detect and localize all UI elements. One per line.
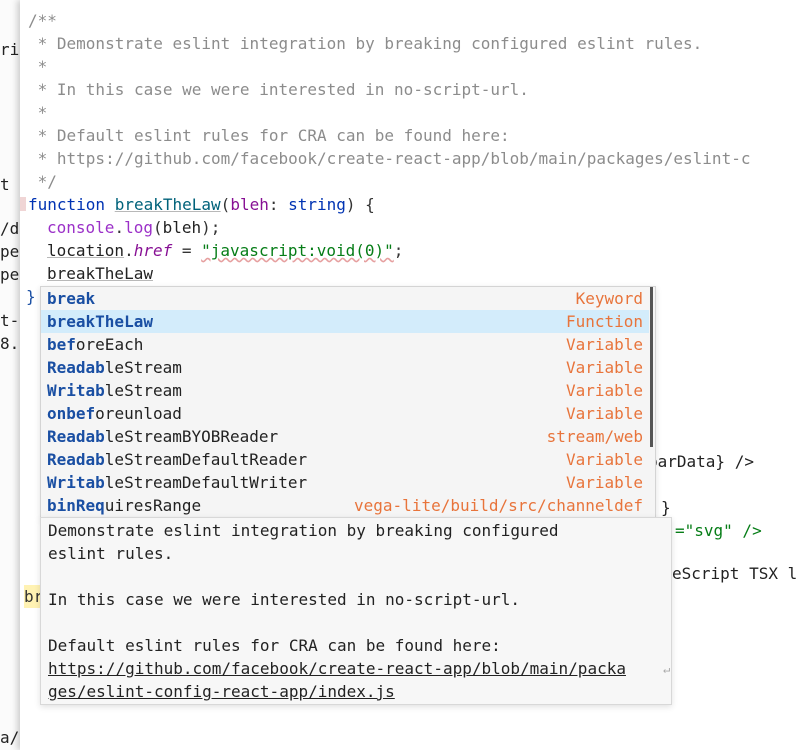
completion-item[interactable]: ReadableStream Variable bbox=[41, 356, 649, 379]
parameter: bleh bbox=[230, 195, 269, 214]
completion-item[interactable]: WritableStream Variable bbox=[41, 379, 649, 402]
identifier: location bbox=[47, 241, 125, 260]
completion-item-selected[interactable]: breakTheLaw Function bbox=[41, 310, 649, 333]
function-name: breakTheLaw bbox=[114, 195, 221, 214]
code-fragment: ="svg" /> bbox=[675, 521, 762, 540]
code-line: /** bbox=[28, 11, 57, 30]
code-fragment: eScript TSX l bbox=[672, 564, 798, 583]
completion-type: Variable bbox=[565, 358, 643, 377]
code-line: * In this case we were interested in no-… bbox=[28, 80, 529, 99]
code-line: * Demonstrate eslint integration by brea… bbox=[28, 34, 703, 53]
code-line: * bbox=[28, 103, 48, 122]
code-line-location: location.href = "javascript:void(0)"; bbox=[47, 241, 404, 260]
popup-scrollbar[interactable] bbox=[650, 287, 653, 447]
code-line-console: console.log(bleh); bbox=[47, 218, 221, 237]
completion-type: Variable bbox=[565, 450, 643, 469]
completion-item[interactable]: ReadableStreamDefaultReader Variable bbox=[41, 448, 649, 471]
background-text: t- bbox=[0, 311, 20, 330]
doc-text: eslint rules. bbox=[48, 544, 174, 563]
completion-type: vega-lite/build/src/channeldef bbox=[354, 496, 643, 515]
wrap-icon: ↵ bbox=[663, 662, 671, 676]
background-text: a/ bbox=[0, 728, 20, 747]
code-fragment: } bbox=[661, 498, 671, 517]
type: string bbox=[288, 195, 346, 214]
background-text: /d bbox=[0, 219, 20, 238]
completion-item[interactable]: beforeEach Variable bbox=[41, 333, 649, 356]
completion-type: Variable bbox=[565, 335, 643, 354]
code-line-typing[interactable]: breakTheLaw bbox=[47, 262, 153, 285]
code-line: */ bbox=[28, 172, 57, 191]
code-line: * https://github.com/facebook/create-rea… bbox=[28, 149, 751, 168]
doc-link[interactable]: ges/eslint-config-react-app/index.js bbox=[48, 680, 395, 703]
background-text: pe bbox=[0, 242, 20, 261]
background-text: t bbox=[0, 175, 10, 194]
keyword: function bbox=[28, 195, 106, 214]
completion-popup[interactable]: break Keyword breakTheLaw Function beforeE… bbox=[40, 286, 656, 519]
identifier: console bbox=[47, 218, 115, 237]
completion-item[interactable]: onbeforeunload Variable bbox=[41, 402, 649, 425]
argument: bleh bbox=[162, 218, 202, 237]
completion-type: Function bbox=[565, 312, 643, 331]
documentation-popup: Demonstrate eslint integration by breaki… bbox=[40, 517, 672, 705]
doc-link[interactable]: https://github.com/facebook/create-react… bbox=[48, 657, 626, 680]
completion-item[interactable]: ReadableStreamBYOBReader stream/web bbox=[41, 425, 649, 448]
completion-type: stream/web bbox=[546, 427, 643, 446]
completion-item[interactable]: binRequiresRange vega-lite/build/src/chan… bbox=[41, 494, 649, 517]
closing-brace: } bbox=[26, 287, 36, 306]
typed-text: breakTheLaw bbox=[47, 264, 153, 283]
background-text: 8. bbox=[0, 334, 20, 353]
string-literal: "javascript:void(0)" bbox=[201, 241, 394, 260]
background-window bbox=[0, 0, 20, 750]
doc-text: Demonstrate eslint integration by breaki… bbox=[48, 521, 559, 540]
completion-type: Keyword bbox=[575, 289, 643, 308]
property: href bbox=[133, 241, 173, 260]
gutter-marker bbox=[20, 197, 26, 211]
doc-text: Default eslint rules for CRA can be foun… bbox=[48, 636, 501, 655]
doc-text: In this case we were interested in no-sc… bbox=[48, 590, 521, 609]
code-fragment: barData} /> bbox=[648, 452, 754, 471]
completion-type: Variable bbox=[565, 473, 643, 492]
completion-item[interactable]: break Keyword bbox=[41, 287, 649, 310]
completion-item[interactable]: WritableStreamDefaultWriter Variable bbox=[41, 471, 649, 494]
code-line: * Default eslint rules for CRA can be fo… bbox=[28, 126, 510, 145]
completion-type: Variable bbox=[565, 404, 643, 423]
background-text: pe bbox=[0, 265, 20, 284]
method: log bbox=[124, 218, 153, 237]
code-line: * bbox=[28, 57, 48, 76]
code-line-function: function breakTheLaw(bleh: string) { bbox=[28, 195, 375, 214]
completion-type: Variable bbox=[565, 381, 643, 400]
